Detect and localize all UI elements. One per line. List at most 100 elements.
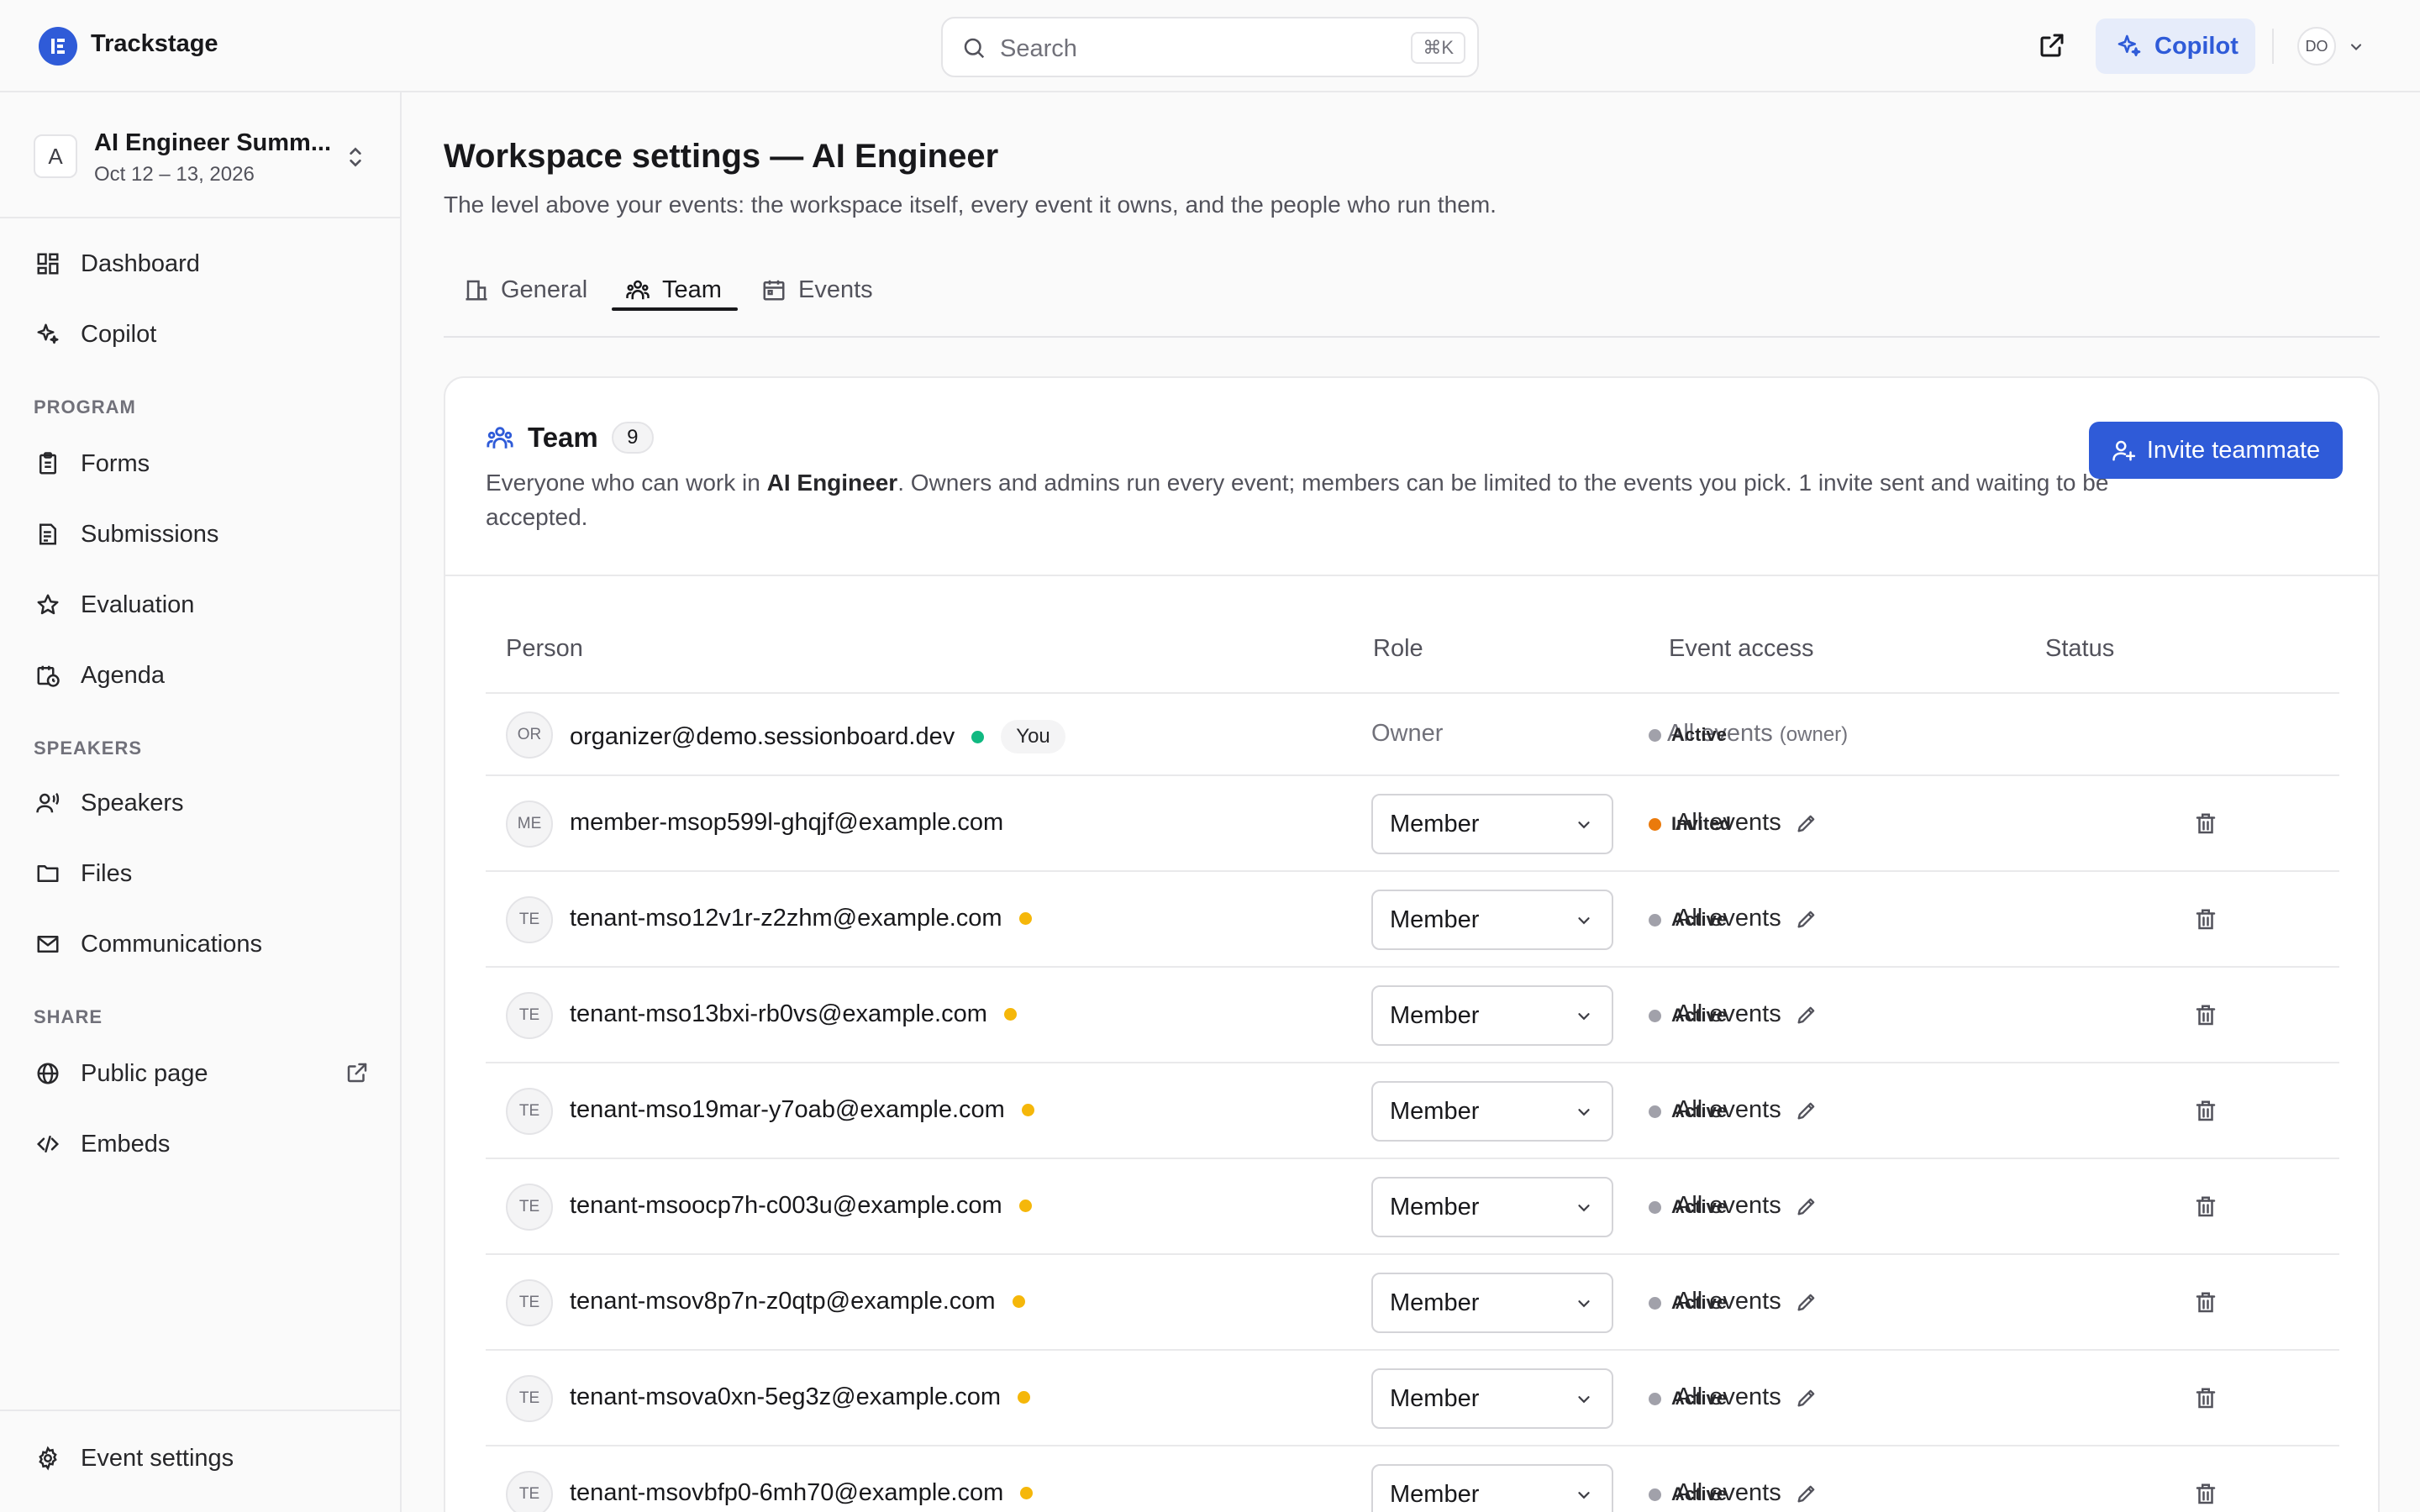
person-cell: tenant-msovbfp0-6mh70@example.com	[570, 1479, 1034, 1507]
chevron-down-icon	[1575, 1390, 1593, 1409]
avatar: ME	[506, 801, 553, 848]
role-select[interactable]: Member	[1371, 985, 1613, 1046]
trash-icon	[2193, 907, 2218, 932]
person-email: tenant-mso19mar-y7oab@example.com	[570, 1096, 1005, 1123]
status-dot	[1649, 913, 1661, 927]
status-label: Active	[1671, 724, 1728, 745]
role-select[interactable]: Member	[1371, 1081, 1613, 1142]
avatar: TE	[506, 1088, 553, 1135]
tab-events[interactable]: Events	[761, 262, 873, 318]
status-badge: Active	[1649, 1100, 1727, 1122]
person-cell: tenant-mso13bxi-rb0vs@example.com	[570, 1000, 1017, 1028]
role-select[interactable]: Member	[1371, 794, 1613, 854]
remove-member-button[interactable]	[2193, 1290, 2218, 1315]
calendar-icon	[761, 277, 786, 302]
role-select[interactable]: Member	[1371, 1177, 1613, 1237]
status-label: Active	[1671, 909, 1728, 930]
table-row: TE tenant-msov8p7n-z0qtp@example.com Membe…	[486, 1255, 2339, 1351]
remove-member-button[interactable]	[2193, 1003, 2218, 1028]
sidebar-item-event-settings[interactable]: Event settings	[34, 1435, 370, 1482]
table-row: ME member-msop599l-ghqjf@example.com Membe…	[486, 776, 2339, 872]
team-card-header: Team 9	[486, 422, 654, 454]
event-avatar: A	[34, 134, 77, 178]
chevron-down-icon	[1575, 1103, 1593, 1121]
status-dot	[1649, 817, 1661, 831]
person-cell: tenant-msova0xn-5eg3z@example.com	[570, 1383, 1031, 1411]
remove-member-button[interactable]	[2193, 1482, 2218, 1507]
pencil-icon	[1795, 1386, 1818, 1410]
sidebar-item-forms[interactable]: Forms	[34, 440, 370, 487]
person-email: tenant-msoocp7h-c003u@example.com	[570, 1192, 1002, 1219]
role-select-value: Member	[1390, 906, 1480, 933]
person-cell: tenant-mso19mar-y7oab@example.com	[570, 1096, 1034, 1124]
section-label-share: SHARE	[34, 1006, 103, 1027]
event-switcher[interactable]: A AI Engineer Summ... Oct 12 – 13, 2026	[34, 126, 376, 197]
presence-dot	[1003, 1008, 1017, 1021]
status-label: Active	[1671, 1005, 1728, 1026]
role-select[interactable]: Member	[1371, 1273, 1613, 1333]
sidebar-item-label: Embeds	[81, 1130, 171, 1158]
sidebar-item-evaluation[interactable]: Evaluation	[34, 581, 370, 628]
person-cell: member-msop599l-ghqjf@example.com	[570, 809, 1003, 837]
chevron-down-icon	[1575, 1199, 1593, 1217]
copilot-button[interactable]: Copilot	[2096, 18, 2255, 74]
person-email: tenant-mso13bxi-rb0vs@example.com	[570, 1000, 987, 1027]
remove-member-button[interactable]	[2193, 1194, 2218, 1220]
remove-member-button[interactable]	[2193, 1386, 2218, 1411]
sidebar-item-label: Forms	[81, 449, 150, 477]
status-dot	[1649, 1009, 1661, 1022]
sidebar-item-label: Files	[81, 859, 133, 887]
remove-member-button[interactable]	[2193, 1099, 2218, 1124]
table-row: OR organizer@demo.sessionboard.dev You Owne…	[486, 694, 2339, 776]
sidebar-item-files[interactable]: Files	[34, 850, 370, 897]
column-header-role: Role	[1373, 635, 1423, 662]
presence-dot	[971, 730, 985, 743]
pencil-icon	[1795, 1194, 1818, 1218]
role-select-value: Member	[1390, 1002, 1480, 1029]
person-email: tenant-msovbfp0-6mh70@example.com	[570, 1479, 1004, 1506]
tab-general[interactable]: General	[464, 262, 587, 318]
role-select[interactable]: Member	[1371, 1464, 1613, 1512]
table-row: TE tenant-msoocp7h-c003u@example.com Membe…	[486, 1159, 2339, 1255]
role-select[interactable]: Member	[1371, 890, 1613, 950]
sidebar: A AI Engineer Summ... Oct 12 – 13, 2026 …	[0, 92, 402, 1512]
user-avatar[interactable]: DO	[2297, 27, 2336, 66]
sidebar-item-label: Dashboard	[81, 249, 200, 277]
sidebar-item-dashboard[interactable]: Dashboard	[34, 240, 370, 287]
chevron-down-icon[interactable]	[2348, 39, 2365, 55]
trash-icon	[2193, 1386, 2218, 1411]
remove-member-button[interactable]	[2193, 811, 2218, 837]
remove-member-button[interactable]	[2193, 907, 2218, 932]
avatar: TE	[506, 896, 553, 943]
status-label: Active	[1671, 1483, 1728, 1504]
chevron-down-icon	[1575, 1294, 1593, 1313]
sidebar-item-communications[interactable]: Communications	[34, 921, 370, 968]
role-select[interactable]: Member	[1371, 1368, 1613, 1429]
open-external-button[interactable]	[2037, 30, 2067, 60]
trash-icon	[2193, 1003, 2218, 1028]
sidebar-item-copilot[interactable]: Copilot	[34, 311, 370, 358]
sidebar-item-submissions[interactable]: Submissions	[34, 511, 370, 558]
invite-teammate-button[interactable]: Invite teammate	[2089, 422, 2343, 479]
trash-icon	[2193, 1482, 2218, 1507]
file-list-icon	[34, 520, 62, 549]
search-input[interactable]: Search ⌘K	[941, 17, 1479, 77]
page-title: Workspace settings — AI Engineer	[444, 138, 999, 175]
trash-icon	[2193, 1194, 2218, 1220]
table-row: TE tenant-mso13bxi-rb0vs@example.com Membe…	[486, 968, 2339, 1063]
brand-name: Trackstage	[91, 30, 218, 57]
sidebar-item-embeds[interactable]: Embeds	[34, 1121, 370, 1168]
gear-icon	[34, 1444, 62, 1473]
table-header: Person Role Event access Status	[486, 620, 2339, 694]
role-select-value: Member	[1390, 1194, 1480, 1221]
search-placeholder: Search	[1000, 35, 1077, 62]
sidebar-divider	[0, 217, 402, 218]
dashboard-icon	[34, 249, 62, 278]
sidebar-item-agenda[interactable]: Agenda	[34, 652, 370, 699]
avatar: TE	[506, 992, 553, 1039]
calendar-clock-icon	[34, 661, 62, 690]
sidebar-item-public-page[interactable]: Public page	[34, 1050, 370, 1097]
sidebar-item-speakers[interactable]: Speakers	[34, 780, 370, 827]
trackstage-logo-icon[interactable]	[39, 27, 77, 66]
person-cell: tenant-mso12v1r-z2zhm@example.com	[570, 905, 1032, 932]
